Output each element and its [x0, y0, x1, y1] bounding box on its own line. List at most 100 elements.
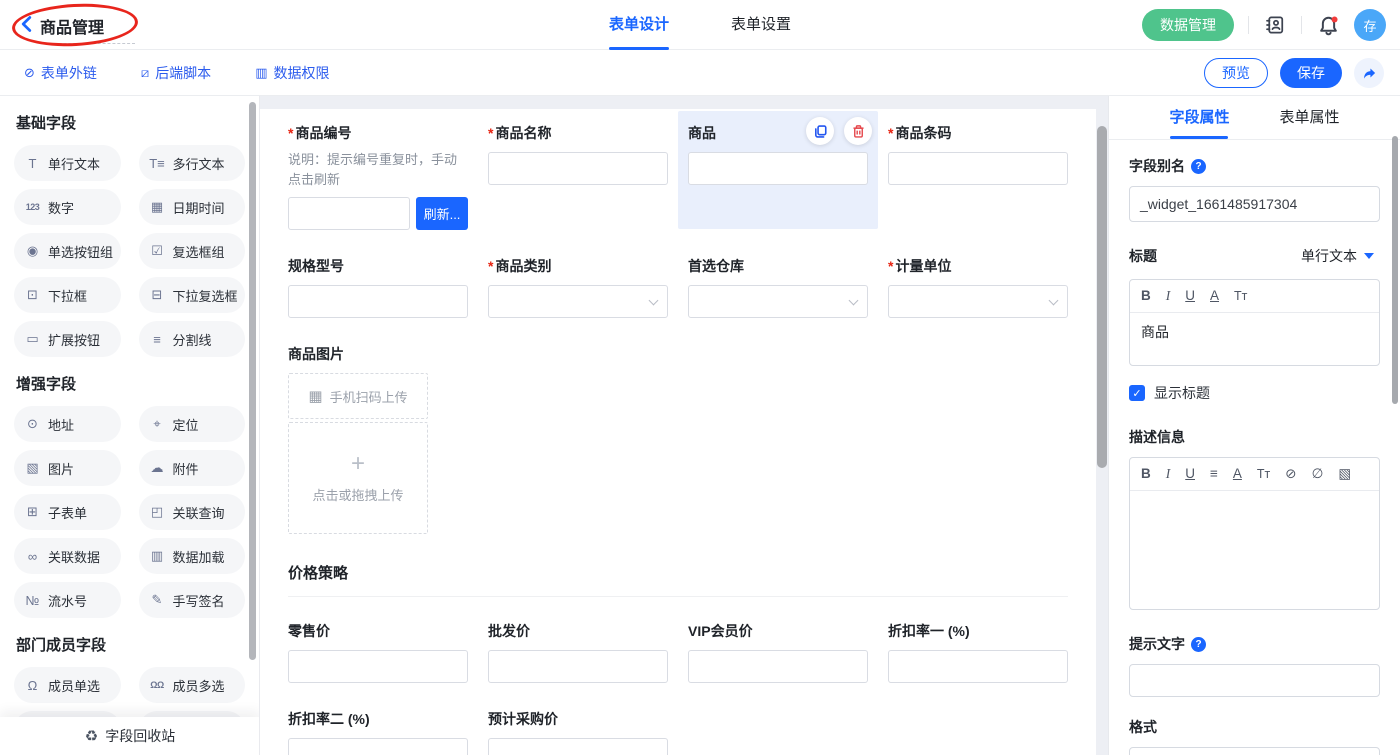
tab-form-settings[interactable]: 表单设置	[731, 0, 791, 50]
field-type-item[interactable]: Ω成员单选	[14, 667, 121, 703]
field-type-item[interactable]: ⊞子表单	[14, 494, 121, 530]
delete-field-button[interactable]	[844, 117, 872, 145]
field-type-label: 子表单	[48, 503, 87, 522]
field-input[interactable]	[488, 738, 668, 755]
format-select[interactable]: 无	[1129, 747, 1380, 755]
field-type-item[interactable]: ◉单选按钮组	[14, 233, 121, 269]
field-type-item[interactable]: ⊙地址	[14, 406, 121, 442]
signature-icon: ✎	[149, 592, 166, 608]
drop-upload-label: 点击或拖拽上传	[312, 485, 403, 504]
field-select[interactable]	[488, 285, 668, 318]
form-field: *商品编号说明：提示编号重复时，手动点击刷新刷新...	[288, 123, 468, 230]
field-input[interactable]	[288, 197, 410, 230]
field-input[interactable]	[888, 650, 1068, 683]
contact-book-icon[interactable]	[1263, 13, 1287, 37]
field-type-item[interactable]: T≡多行文本	[139, 145, 246, 181]
help-icon[interactable]: ?	[1191, 159, 1206, 174]
toolbar-link[interactable]: ⧄后端脚本	[141, 63, 211, 83]
data-manage-button[interactable]: 数据管理	[1142, 9, 1234, 41]
font-color-icon[interactable]: A	[1233, 466, 1242, 482]
field-input[interactable]	[288, 285, 468, 318]
field-select[interactable]	[888, 285, 1068, 318]
page-title[interactable]: 商品管理	[40, 14, 104, 38]
field-input[interactable]	[888, 152, 1068, 185]
underline-icon[interactable]: U	[1185, 288, 1195, 304]
field-input[interactable]	[288, 650, 468, 683]
unlink-icon[interactable]: ∅	[1312, 466, 1324, 482]
field-type-item[interactable]: №流水号	[14, 582, 121, 618]
field-type-item[interactable]: ⌖定位	[139, 406, 246, 442]
tab-field-properties[interactable]: 字段属性	[1169, 96, 1229, 139]
user-avatar[interactable]: 存	[1354, 9, 1386, 41]
help-icon[interactable]: ?	[1191, 637, 1206, 652]
field-type-item[interactable]: ◰关联查询	[139, 494, 246, 530]
show-title-checkbox[interactable]: ✓	[1129, 385, 1145, 401]
tab-form-properties[interactable]: 表单属性	[1280, 96, 1340, 139]
qr-code-icon: ▦	[308, 387, 322, 405]
hint-label-text: 提示文字	[1129, 634, 1185, 654]
preview-button[interactable]: 预览	[1204, 58, 1268, 88]
form-field: *商品名称	[488, 123, 668, 185]
align-icon[interactable]: ≡	[1210, 466, 1218, 482]
copy-field-button[interactable]	[806, 117, 834, 145]
notification-bell-icon[interactable]	[1316, 13, 1340, 37]
field-type-label: 日期时间	[173, 198, 225, 217]
drop-upload-button[interactable]: +点击或拖拽上传	[288, 422, 428, 534]
form-field[interactable]: 商品	[678, 111, 878, 229]
italic-icon[interactable]: I	[1166, 288, 1171, 304]
field-select[interactable]	[688, 285, 868, 318]
field-type-item[interactable]: ≡分割线	[139, 321, 246, 357]
field-input[interactable]	[688, 152, 868, 185]
alias-input[interactable]: _widget_1661485917304	[1129, 186, 1380, 222]
form-field: 折扣率一 (%)	[888, 621, 1068, 683]
field-input[interactable]	[688, 650, 868, 683]
field-type-item[interactable]: ⊟下拉复选框	[139, 277, 246, 313]
field-type-item[interactable]: ☑复选框组	[139, 233, 246, 269]
hint-input[interactable]	[1129, 664, 1380, 697]
scan-upload-button[interactable]: ▦手机扫码上传	[288, 373, 428, 419]
font-size-icon[interactable]: Tт	[1257, 466, 1270, 482]
link2-icon[interactable]: ⊘	[1285, 466, 1296, 482]
sidebar-scrollbar[interactable]	[249, 102, 256, 660]
refresh-button[interactable]: 刷新...	[416, 197, 468, 230]
back-icon[interactable]	[18, 15, 38, 35]
field-type-item[interactable]: ΩΩ成员多选	[139, 667, 246, 703]
bold-icon[interactable]: B	[1141, 466, 1151, 482]
save-button[interactable]: 保存	[1280, 58, 1342, 88]
underline-icon[interactable]: U	[1185, 466, 1195, 482]
font-color-icon[interactable]: A	[1210, 288, 1219, 304]
field-type-item[interactable]: T单行文本	[14, 145, 121, 181]
font-size-icon[interactable]: Tт	[1234, 288, 1247, 304]
sidebar-section: 增强字段⊙地址⌖定位▧图片☁附件⊞子表单◰关联查询∞关联数据▥数据加载№流水号✎…	[12, 373, 247, 618]
field-input[interactable]	[288, 738, 468, 755]
field-type-item[interactable]: 123数字	[14, 189, 121, 225]
field-type-item[interactable]: ☁附件	[139, 450, 246, 486]
bold-icon[interactable]: B	[1141, 288, 1151, 304]
field-label: 首选仓库	[688, 256, 868, 276]
tab-form-design[interactable]: 表单设计	[609, 0, 669, 50]
toolbar-link[interactable]: ▥数据权限	[255, 63, 329, 83]
form-section: 价格策略	[288, 560, 1068, 621]
field-type-item[interactable]: ▭扩展按钮	[14, 321, 121, 357]
field-type-item[interactable]: ▧图片	[14, 450, 121, 486]
field-type-item[interactable]: ✎手写签名	[139, 582, 246, 618]
multi-line-text-icon: T≡	[149, 156, 166, 171]
canvas-scrollbar[interactable]	[1097, 126, 1107, 468]
field-type-select[interactable]: 单行文本	[1295, 242, 1380, 270]
field-input[interactable]	[488, 152, 668, 185]
toolbar-link[interactable]: ⊘表单外链	[24, 63, 97, 83]
field-recycle-bin[interactable]: ♻ 字段回收站	[0, 717, 260, 755]
panel-scrollbar[interactable]	[1392, 136, 1398, 404]
title-editor-content[interactable]: 商品	[1130, 313, 1379, 365]
share-button[interactable]	[1354, 58, 1384, 88]
image2-icon[interactable]: ▧	[1338, 466, 1351, 482]
field-type-item[interactable]: ▥数据加载	[139, 538, 246, 574]
field-type-item[interactable]: ⊡下拉框	[14, 277, 121, 313]
field-type-item[interactable]: ∞关联数据	[14, 538, 121, 574]
field-type-item[interactable]: ▦日期时间	[139, 189, 246, 225]
format-label: 格式	[1129, 717, 1380, 737]
field-input[interactable]	[488, 650, 668, 683]
field-label: *计量单位	[888, 256, 1068, 276]
description-editor-content[interactable]	[1130, 491, 1379, 609]
italic-icon[interactable]: I	[1166, 466, 1171, 482]
